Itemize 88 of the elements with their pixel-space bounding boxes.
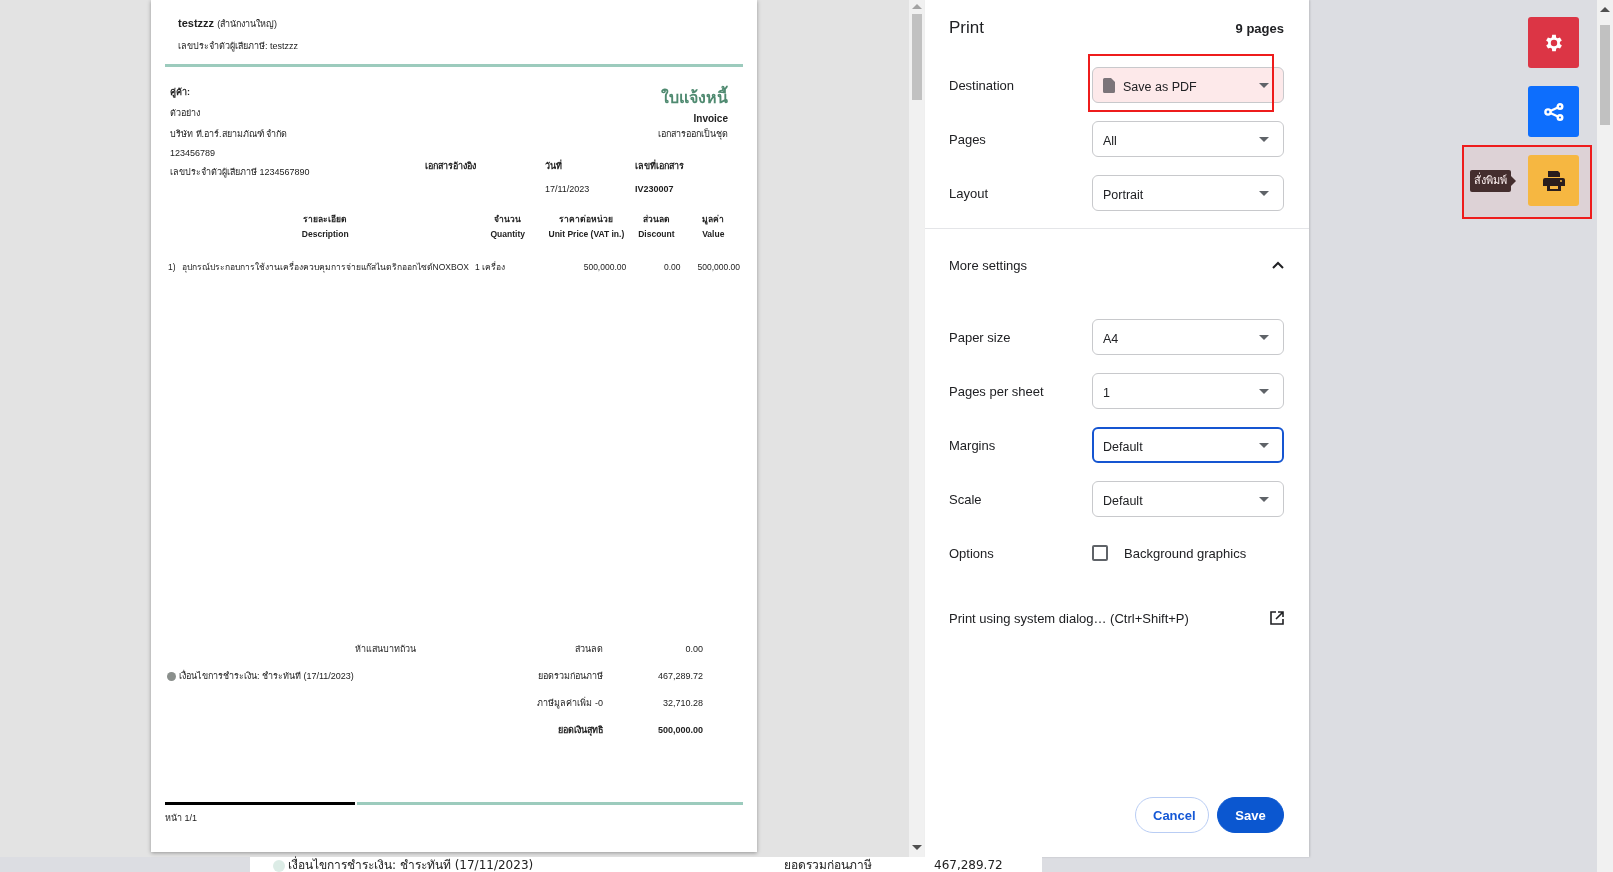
customer-detail: ตัวอย่าง (170, 107, 200, 120)
file-icon (1103, 77, 1115, 93)
dropdown-icon (1259, 136, 1269, 142)
tax-id-text: เลขประจำตัวผู้เสียภาษี: testzzz (178, 40, 299, 53)
select-field[interactable]: All (1092, 121, 1284, 157)
status-dot (167, 671, 176, 681)
meta-label: วันที่ (545, 159, 563, 173)
select-field[interactable]: A4 (1092, 319, 1284, 355)
setting-label: Destination (949, 77, 1015, 93)
dropdown-icon (1259, 496, 1269, 502)
scrollbar[interactable] (1597, 0, 1613, 872)
scrollbar-thumb[interactable] (912, 14, 922, 100)
customer-label: คู่ค้า: (170, 86, 190, 99)
total-value: 0.00 (684, 644, 703, 654)
chevron-icon (1272, 261, 1284, 269)
share-button[interactable] (1528, 86, 1579, 137)
table-cell-text: 500,000.00 (582, 261, 628, 274)
dropdown-icon (1259, 334, 1269, 340)
column-header: จำนวน Quantity (489, 213, 526, 241)
document-title-english: Invoice (693, 113, 728, 124)
status-dot (273, 860, 285, 872)
customer-detail: 123456789 (170, 148, 216, 158)
setting-label: Options (949, 545, 994, 561)
customer-detail: บริษัท ที.อาร์.สยามภัณฑ์ จำกัด (170, 128, 287, 141)
page-count: 9 pages (1235, 20, 1284, 36)
table-cell-text: 500,000.00 (696, 261, 741, 274)
printer-icon (1542, 170, 1565, 191)
setting-label: Pages (949, 131, 986, 147)
total-value: 467,289.72 (934, 858, 1003, 872)
share-icon (1543, 102, 1564, 121)
select-field[interactable]: Default (1092, 481, 1284, 517)
total-label: ยอดรวมก่อนภาษี (537, 670, 603, 683)
more-settings-toggle[interactable]: More settings (925, 229, 1309, 301)
total-label: ภาษีมูลค่าเพิ่ม -0 (536, 696, 603, 710)
customer-detail: เลขประจำตัวผู้เสียภาษี 1234567890 (170, 166, 310, 179)
column-header: มูลค่า Value (701, 213, 726, 241)
dropdown-icon (1259, 82, 1269, 88)
total-label: ยอดเงินสุทธิ (557, 724, 603, 737)
table-cell-text: อุปกรณ์ประกอบการใช้งานเครื่องควบคุมการจ่ายแก๊สไนตริกออกไซด์NOXBOX (180, 260, 470, 274)
dropdown-icon (1259, 388, 1269, 394)
setting-label: Paper size (949, 329, 1011, 345)
meta-label: เอกสารอ้างอิง (425, 160, 477, 173)
tooltip-arrow (1511, 175, 1516, 186)
meta-value: IV230007 (635, 184, 675, 194)
select-field[interactable]: Default (1092, 427, 1284, 463)
settings-button[interactable] (1528, 17, 1579, 68)
table-cell-text: 1) (167, 261, 177, 274)
panel-title: Print (949, 18, 984, 38)
select-field[interactable]: Portrait (1092, 175, 1284, 211)
meta-value: 17/11/2023 (545, 184, 591, 194)
system-dialog-link[interactable]: Print using system dialog… (Ctrl+Shift+P) (949, 610, 1189, 626)
amount-in-words: ห้าแสนบาทถ้วน (354, 643, 416, 656)
table-cell-text: 1 เครื่อง (473, 260, 507, 274)
setting-label: Margins (949, 437, 996, 453)
tooltip: สั่งพิมพ์ (1470, 169, 1511, 192)
external-link-icon[interactable] (1270, 611, 1284, 625)
setting-label: Pages per sheet (949, 383, 1044, 399)
scroll-up-icon[interactable] (1600, 6, 1610, 12)
table-cell-text: 0.00 (663, 261, 682, 274)
column-header: ราคาต่อหน่วย Unit Price (VAT in.) (547, 213, 626, 241)
column-header: รายละเอียด Description (300, 213, 350, 241)
column-header: ส่วนลด Discount (637, 213, 676, 241)
document-title: ใบแจ้งหนี้ (661, 85, 728, 110)
page-number: หน้า 1/1 (165, 812, 198, 825)
select-field[interactable]: Save as PDF (1092, 67, 1284, 103)
dropdown-icon (1259, 442, 1269, 448)
scrollbar-thumb[interactable] (1600, 25, 1610, 125)
setting-label: Layout (949, 185, 989, 201)
total-value: 500,000.00 (656, 725, 703, 735)
total-value: 467,289.72 (656, 671, 703, 681)
cancel-button[interactable]: Cancel (1135, 797, 1209, 833)
total-label: ยอดรวมก่อนภาษี (784, 858, 872, 872)
company-name: testzzz (สำนักงานใหญ่) (178, 17, 279, 31)
scrollbar[interactable] (909, 0, 925, 857)
select-field[interactable]: 1 (1092, 373, 1284, 409)
scroll-down-icon[interactable] (912, 845, 922, 851)
payment-terms: เงื่อนไขการชำระเงิน: ชำระทันที (17/11/2023) (179, 669, 354, 683)
save-button[interactable]: Save (1217, 797, 1284, 833)
total-label: ส่วนลด (574, 643, 603, 656)
meta-label: เลขที่เอกสาร (635, 159, 685, 173)
document-subtitle: เอกสารออกเป็นชุด (658, 127, 728, 141)
payment-terms: เงื่อนไขการชำระเงิน: ชำระทันที (17/11/2023) (288, 858, 534, 872)
checkbox-label: Background graphics (1124, 545, 1247, 561)
print-button[interactable] (1528, 155, 1579, 206)
checkbox[interactable] (1092, 545, 1108, 561)
setting-label: Scale (949, 491, 982, 507)
dropdown-icon (1259, 190, 1269, 196)
total-value: 32,710.28 (661, 698, 703, 708)
